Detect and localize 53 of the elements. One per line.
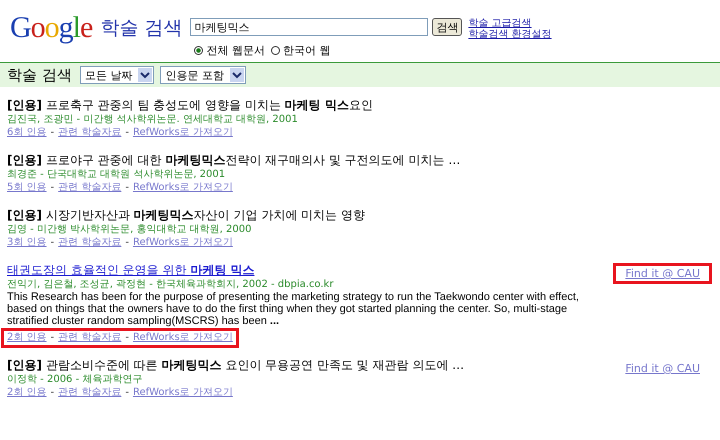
result-link[interactable]: RefWorks로 가져오기	[132, 386, 233, 400]
search-field[interactable]: 마케팅믹스	[190, 18, 428, 36]
product-title: 학술 검색	[100, 16, 182, 41]
settings-link[interactable]: 학술 고급검색	[468, 18, 552, 29]
separator: -	[125, 386, 129, 400]
separator: -	[125, 236, 129, 250]
radio-button[interactable]	[194, 46, 204, 55]
result-snippet: This Research has been for the purpose of presenting the marketing strategy to run the Taekwondo center with effect, based on things that the owners have to do the first thing when they got started planning the center. So, multi-stage stratified cluster random sampling(MSCRS) has been ...	[7, 291, 580, 327]
result-title: [인용] 관람소비수준에 따른 마케팅믹스 요인이 무용공연 만족도 및 재관람 의도에 …	[7, 357, 466, 373]
radio-button[interactable]	[270, 46, 280, 55]
result-title-link[interactable]: 태권도장의 효율적인 운영을 위한 마케팅 믹스	[7, 262, 254, 278]
result-link[interactable]: RefWorks로 가져오기	[132, 236, 233, 250]
result-link[interactable]: 관련 학술자료	[58, 181, 122, 195]
filter-dropdown[interactable]: 인용문 포함	[160, 66, 246, 84]
result-link[interactable]: 관련 학술자료	[58, 386, 122, 400]
result-link[interactable]: 2회 인용	[7, 386, 47, 400]
result-link[interactable]: 5회 인용	[7, 181, 47, 195]
result-meta: 김진국, 조광민 - 미간행 석사학위논문. 연세대학교 대학원, 2001	[7, 113, 299, 126]
result-link[interactable]: RefWorks로 가져오기	[132, 126, 233, 140]
result-title: [인용] 프로야구 관중에 대한 마케팅믹스전략이 재구매의사 및 구전의도에 미치는 …	[7, 152, 462, 168]
result-link[interactable]: RefWorks로 가져오기	[132, 331, 233, 345]
separator: -	[50, 181, 54, 195]
result-meta: 전익기, 김은철, 조성균, 곽정현 - 한국체육과학회지, 2002 - dbpia.co.kr	[7, 278, 334, 291]
result-meta: 이정학 - 2006 - 체육과학연구	[7, 373, 144, 386]
result-meta: 최경준 - 단국대학교 대학원 석사학위논문, 2001	[7, 168, 226, 181]
separator: -	[50, 331, 54, 345]
search-button[interactable]: 검색	[432, 18, 462, 36]
caret-icon	[230, 68, 244, 82]
google-logo: Google	[10, 12, 92, 44]
settings-link[interactable]: 학술검색 환경설정	[468, 29, 552, 40]
separator: -	[125, 331, 129, 345]
result-link[interactable]: 관련 학술자료	[58, 126, 122, 140]
result-link[interactable]: 6회 인용	[7, 126, 47, 140]
result-link[interactable]: 3회 인용	[7, 236, 47, 250]
separator: -	[50, 386, 54, 400]
filter-dropdown[interactable]: 모든 날짜	[80, 66, 154, 84]
result-meta: 김영 - 미간행 박사학위논문, 홍익대학교 대학원, 2000	[7, 223, 252, 236]
result-link[interactable]: 2회 인용	[7, 331, 47, 345]
separator: -	[125, 181, 129, 195]
result-title: [인용] 시장기반자산과 마케팅믹스자산이 기업 가치에 미치는 영향	[7, 207, 366, 223]
result-link[interactable]: RefWorks로 가져오기	[132, 181, 233, 195]
result-title: [인용] 프로축구 관중의 팀 충성도에 영향을 미치는 마케팅 믹스요인	[7, 97, 374, 113]
result-link[interactable]: 관련 학술자료	[58, 236, 122, 250]
section-title: 학술 검색	[7, 66, 72, 84]
find-it-link[interactable]: Find it @ CAU	[613, 360, 712, 377]
radio-label[interactable]: 전체 웹문서	[206, 43, 265, 58]
find-it-link[interactable]: Find it @ CAU	[613, 263, 712, 284]
caret-icon	[138, 68, 152, 82]
separator: -	[50, 236, 54, 250]
result-link[interactable]: 관련 학술자료	[58, 331, 122, 345]
separator: -	[125, 126, 129, 140]
radio-label[interactable]: 한국어 웹	[282, 43, 330, 58]
separator: -	[50, 126, 54, 140]
